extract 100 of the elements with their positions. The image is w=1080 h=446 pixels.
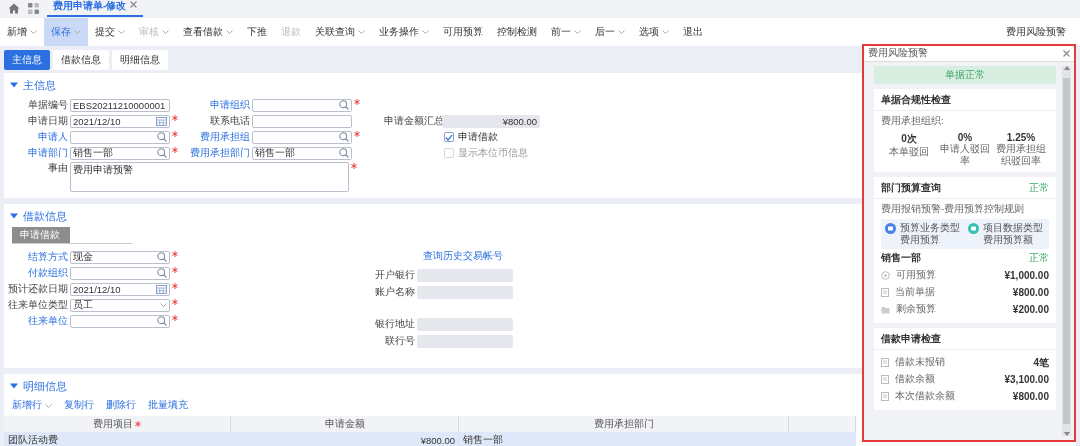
required-icon: [172, 283, 178, 289]
apps-icon[interactable]: [28, 3, 39, 14]
section-tab[interactable]: 明细信息: [112, 50, 168, 70]
scrollbar[interactable]: [1062, 66, 1071, 436]
field-label: 联系电话: [209, 114, 250, 128]
metric-label: 借款未报销: [895, 356, 946, 369]
action-link[interactable]: 批量填充: [148, 399, 188, 412]
lookup-field[interactable]: [70, 130, 170, 144]
chevron-icon[interactable]: [662, 30, 669, 34]
chevron-icon[interactable]: [618, 30, 625, 34]
stat-label: 费用承担组织驳回率: [995, 143, 1047, 167]
chevron-icon[interactable]: [45, 403, 52, 408]
chevron-icon[interactable]: [160, 303, 167, 307]
chevron-icon[interactable]: [574, 30, 581, 34]
field-label: 联行号: [384, 334, 415, 348]
field-label-link[interactable]: 费用承担部门: [178, 146, 250, 160]
toolbar-button[interactable]: 提交: [88, 18, 132, 46]
field-label-link[interactable]: 申请人: [4, 130, 68, 144]
status-text: 正常: [1029, 252, 1049, 265]
scroll-down-icon[interactable]: [1063, 432, 1070, 436]
collapse-caret-icon[interactable]: [10, 82, 18, 88]
org-label: 费用承担组织:: [881, 115, 945, 128]
document-icon: [881, 288, 889, 297]
chevron-icon[interactable]: [74, 30, 81, 34]
lookup-field[interactable]: [252, 98, 352, 112]
checkmark-icon: [445, 133, 453, 141]
search-icon[interactable]: [157, 148, 167, 158]
action-link[interactable]: 复制行: [64, 399, 94, 412]
field-label: 申请日期: [27, 114, 68, 128]
text-area[interactable]: 费用申请预警: [70, 162, 349, 192]
rule-name: 费用报销预警-费用预算控制规则: [881, 203, 1026, 216]
checkbox[interactable]: [444, 132, 454, 142]
field-label-link[interactable]: 费用承担组: [178, 130, 250, 144]
date-field[interactable]: 2021/12/10: [70, 114, 170, 128]
toolbar-button[interactable]: 关联查询: [308, 18, 372, 46]
column-header: 费用承担部门: [459, 416, 789, 432]
lookup-field[interactable]: 销售一部: [70, 146, 170, 160]
toolbar-button[interactable]: 可用预算: [436, 18, 490, 46]
lookup-field[interactable]: 销售一部: [252, 146, 352, 160]
section-tab[interactable]: 主信息: [4, 50, 50, 70]
chevron-icon[interactable]: [226, 30, 233, 34]
toolbar-button[interactable]: 新增: [0, 18, 44, 46]
home-icon[interactable]: [8, 3, 20, 14]
search-icon[interactable]: [339, 132, 349, 142]
metric-value: ¥800.00: [1012, 391, 1049, 402]
collapse-caret-icon[interactable]: [10, 383, 18, 389]
chevron-icon[interactable]: [118, 30, 125, 34]
search-icon[interactable]: [157, 316, 167, 326]
required-icon: [172, 131, 178, 137]
chevron-icon[interactable]: [30, 30, 37, 34]
toolbar-button[interactable]: 控制检测: [490, 18, 544, 46]
search-icon[interactable]: [157, 268, 167, 278]
input-field[interactable]: [252, 114, 352, 128]
calendar-icon[interactable]: [156, 284, 167, 294]
toolbar-button[interactable]: 退出: [676, 18, 710, 46]
close-icon[interactable]: [130, 1, 138, 8]
required-icon: [172, 267, 178, 273]
field-label-link[interactable]: 申请部门: [4, 146, 68, 160]
status-banner: 单据正常: [874, 66, 1056, 84]
toolbar-button[interactable]: 查看借款: [176, 18, 240, 46]
scroll-up-icon[interactable]: [1063, 66, 1070, 70]
search-icon[interactable]: [157, 132, 167, 142]
date-field[interactable]: 2021/12/10: [70, 282, 170, 296]
metric-label: 可用预算: [896, 269, 937, 282]
search-icon[interactable]: [339, 148, 349, 158]
toolbar-button[interactable]: 前一: [544, 18, 588, 46]
lookup-field[interactable]: [252, 130, 352, 144]
toolbar-button[interactable]: 下推: [240, 18, 274, 46]
calendar-icon[interactable]: [156, 116, 167, 126]
column-header: 申请金额: [231, 416, 459, 432]
lookup-field[interactable]: [70, 314, 170, 328]
required-icon: [172, 147, 178, 153]
input-field[interactable]: EBS20211210000001: [70, 98, 170, 112]
toolbar-link[interactable]: 费用风险预警: [1006, 25, 1066, 39]
section-tab[interactable]: 借款信息: [53, 50, 109, 70]
metric-label: 当前单据: [895, 286, 936, 299]
toolbar-button[interactable]: 业务操作: [372, 18, 436, 46]
toolbar-button[interactable]: 保存: [44, 18, 88, 46]
close-icon[interactable]: [1063, 50, 1070, 57]
search-icon[interactable]: [339, 100, 349, 110]
field-label: 预计还款日期: [7, 282, 68, 296]
field-label-link[interactable]: 结算方式: [4, 250, 68, 264]
action-link[interactable]: 新增行: [12, 399, 52, 412]
table-cell: 团队活动费: [4, 432, 231, 446]
toolbar-button[interactable]: 后一: [588, 18, 632, 46]
field-label-link[interactable]: 付款组织: [4, 266, 68, 280]
stat-value: 1.25%: [1006, 132, 1036, 143]
chevron-icon[interactable]: [422, 30, 429, 34]
lookup-field[interactable]: 现金: [70, 250, 170, 264]
history-link[interactable]: 查询历史交易帐号: [423, 250, 521, 264]
field-label-link[interactable]: 往来单位: [4, 314, 68, 328]
lookup-field[interactable]: [70, 266, 170, 280]
action-link[interactable]: 删除行: [106, 399, 136, 412]
stat-label: 申请人驳回率: [939, 143, 991, 167]
collapse-caret-icon[interactable]: [10, 213, 18, 219]
field-label-link[interactable]: 申请组织: [178, 98, 250, 112]
toolbar-button[interactable]: 选项: [632, 18, 676, 46]
select-field[interactable]: 员工: [70, 298, 170, 312]
chevron-icon[interactable]: [358, 30, 365, 34]
search-icon[interactable]: [157, 252, 167, 262]
